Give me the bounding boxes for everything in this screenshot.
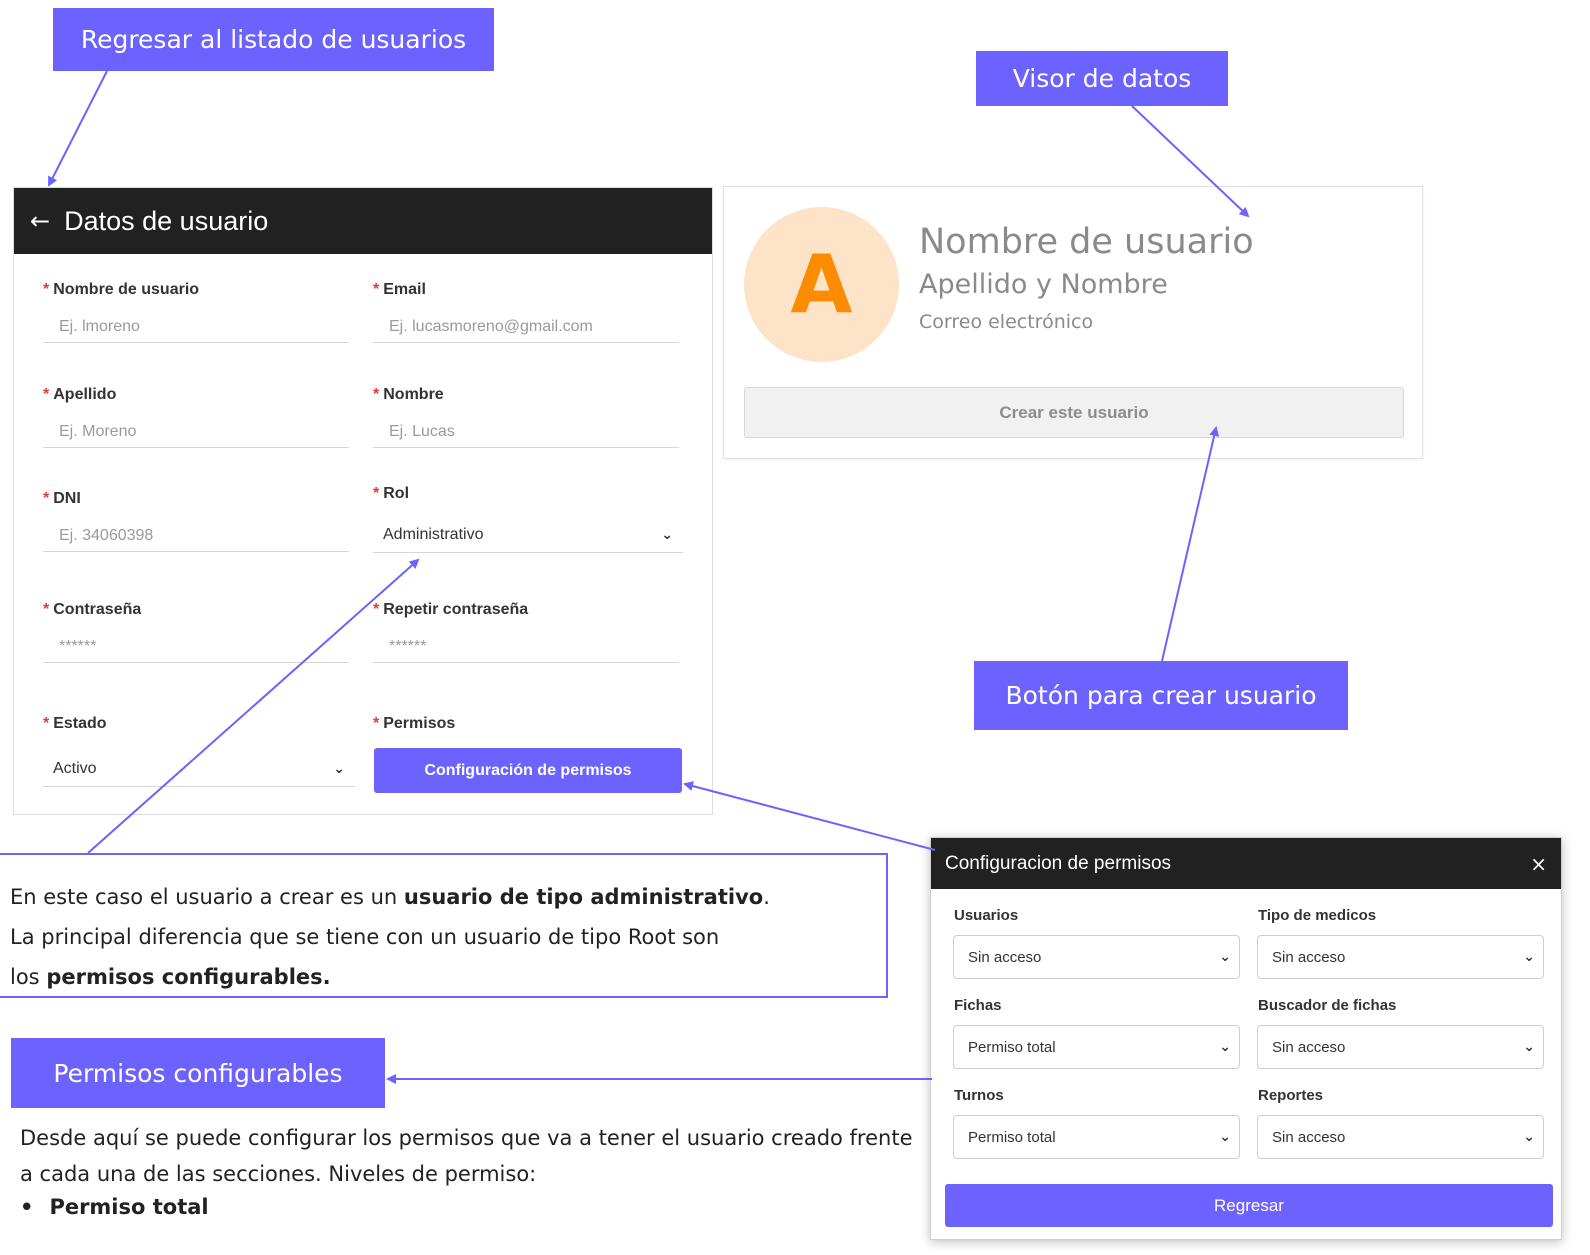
chevron-down-icon: ⌄ (1219, 1039, 1231, 1055)
arrow-to-back-button (48, 70, 108, 187)
modal-label-turnos: Turnos (954, 1087, 1004, 1104)
permissions-field: * Permisos Configuración de permisos (373, 715, 683, 793)
email-field: * Email (373, 281, 679, 343)
chevron-down-icon: ⌄ (661, 526, 673, 543)
bullet-icon: • (20, 1195, 34, 1219)
chevron-down-icon: ⌄ (1523, 949, 1535, 965)
chevron-down-icon: ⌄ (1219, 1129, 1231, 1145)
viewer-username: Nombre de usuario (919, 222, 1254, 262)
permissions-label: Permisos (383, 715, 456, 732)
username-field: * Nombre de usuario (43, 281, 349, 343)
modal-back-button[interactable]: Regresar (945, 1184, 1553, 1227)
chevron-down-icon: ⌄ (333, 760, 345, 777)
dni-input[interactable] (43, 520, 349, 552)
modal-title: Configuracion de permisos (945, 852, 1172, 874)
lastname-label: Apellido (53, 386, 117, 403)
dni-label: DNI (53, 490, 81, 507)
firstname-input[interactable] (373, 416, 679, 448)
email-input[interactable] (373, 311, 679, 343)
status-label: Estado (53, 715, 107, 732)
arrow-left-icon[interactable]: ← (30, 207, 50, 235)
username-label: Nombre de usuario (53, 281, 200, 298)
firstname-label: Nombre (383, 386, 444, 403)
modal-label-fichas: Fichas (954, 997, 1002, 1014)
password-repeat-label: Repetir contraseña (383, 601, 529, 618)
form-header: ← Datos de usuario (14, 188, 712, 254)
explanation-bold-perms: permisos configurables. (46, 965, 331, 989)
role-field: * Rol Administrativo ⌄ (373, 485, 683, 553)
status-field: * Estado Activo ⌄ (43, 715, 355, 787)
modal-select-usuarios[interactable]: Sin acceso ⌄ (953, 935, 1240, 979)
lastname-field: * Apellido (43, 386, 349, 448)
password-input[interactable] (43, 631, 349, 663)
modal-select-fichas[interactable]: Permiso total ⌄ (953, 1025, 1240, 1069)
viewer-email: Correo electrónico (919, 311, 1094, 333)
modal-select-buscador-fichas[interactable]: Sin acceso ⌄ (1257, 1025, 1544, 1069)
status-value: Activo (53, 759, 97, 777)
callout-create-user-button: Botón para crear usuario (974, 661, 1348, 730)
dni-field: * DNI (43, 490, 349, 552)
create-user-button[interactable]: Crear este usuario (744, 387, 1404, 438)
chevron-down-icon: ⌄ (1219, 949, 1231, 965)
modal-select-reportes[interactable]: Sin acceso ⌄ (1257, 1115, 1544, 1159)
modal-select-tipo-medicos[interactable]: Sin acceso ⌄ (1257, 935, 1544, 979)
explanation-box: En este caso el usuario a crear es un us… (0, 853, 888, 998)
arrow-to-create-button (1161, 426, 1220, 662)
permissions-description: Desde aquí se puede configurar los permi… (20, 1126, 913, 1186)
close-icon[interactable]: × (1530, 852, 1547, 876)
explanation-bold-admin: usuario de tipo administrativo (403, 885, 764, 909)
firstname-field: * Nombre (373, 386, 679, 448)
password-repeat-field: * Repetir contraseña (373, 601, 679, 663)
user-viewer-card: A Nombre de usuario Apellido y Nombre Co… (723, 186, 1423, 459)
role-label: Rol (383, 485, 410, 502)
form-title: Datos de usuario (64, 205, 269, 236)
avatar: A (744, 207, 899, 362)
email-label: Email (383, 281, 426, 298)
modal-label-reportes: Reportes (1258, 1087, 1324, 1104)
role-select[interactable]: Administrativo ⌄ (373, 517, 683, 553)
password-field: * Contraseña (43, 601, 349, 663)
callout-configurable-permissions: Permisos configurables (11, 1038, 385, 1108)
permissions-modal: Configuracion de permisos × Usuarios Sin… (930, 837, 1562, 1240)
password-label: Contraseña (53, 601, 142, 618)
status-select[interactable]: Activo ⌄ (43, 751, 355, 787)
password-repeat-input[interactable] (373, 631, 679, 663)
modal-select-turnos[interactable]: Permiso total ⌄ (953, 1115, 1240, 1159)
callout-data-viewer: Visor de datos (976, 51, 1228, 106)
chevron-down-icon: ⌄ (1523, 1129, 1535, 1145)
modal-header: Configuracion de permisos × (931, 838, 1561, 889)
arrow-to-permissions-button (683, 781, 936, 851)
callout-back-to-list: Regresar al listado de usuarios (53, 8, 494, 71)
viewer-fullname: Apellido y Nombre (919, 269, 1168, 300)
role-value: Administrativo (383, 525, 484, 543)
chevron-down-icon: ⌄ (1523, 1039, 1535, 1055)
modal-label-usuarios: Usuarios (954, 907, 1019, 924)
user-form-card: ← Datos de usuario *Nombre de usuario *E… (13, 187, 713, 815)
permission-level-item: • Permiso total (20, 1195, 209, 1219)
lastname-input[interactable] (43, 416, 349, 448)
modal-label-buscador-fichas: Buscador de fichas (1258, 997, 1397, 1014)
permissions-config-button[interactable]: Configuración de permisos (374, 748, 682, 793)
username-input[interactable] (43, 311, 349, 343)
modal-label-tipo-medicos: Tipo de medicos (1258, 907, 1377, 924)
